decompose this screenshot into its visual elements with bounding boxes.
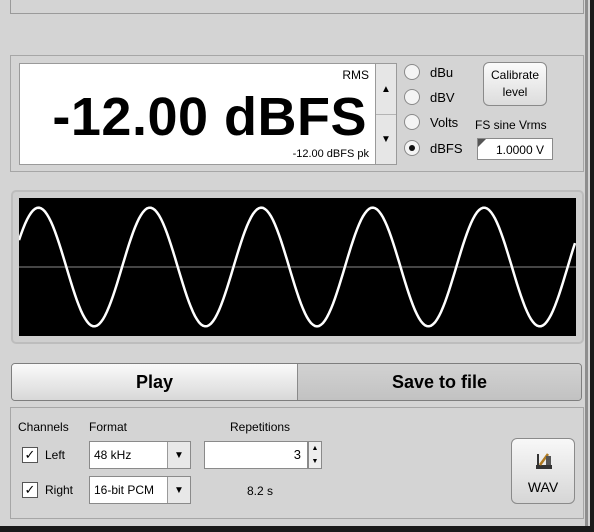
duration-value: 8.2 s xyxy=(247,484,274,498)
bit-depth-select[interactable]: 16-bit PCM ▼ xyxy=(89,476,191,504)
format-label: Format xyxy=(89,420,128,434)
fs-sine-input[interactable]: 1.0000 V xyxy=(477,138,553,160)
file-options-group: Channels Format Repetitions ✓ Left ✓ Rig… xyxy=(10,407,584,519)
fs-sine-label: FS sine Vrms xyxy=(475,118,547,132)
unit-label-dbu: dBu xyxy=(430,64,454,80)
fs-sine-value: 1.0000 V xyxy=(495,143,544,157)
peak-value: -12.00 dBFS pk xyxy=(292,148,369,160)
sample-rate-value: 48 kHz xyxy=(94,448,132,462)
radio-volts[interactable] xyxy=(404,114,420,130)
radio-dbfs[interactable] xyxy=(404,140,420,156)
unit-radio-dbfs[interactable]: dBFS xyxy=(404,140,463,156)
wav-button[interactable]: WAV xyxy=(511,438,575,504)
repetitions-down-icon[interactable]: ▼ xyxy=(309,455,321,468)
sample-rate-select[interactable]: 48 kHz ▼ xyxy=(89,441,191,469)
bit-depth-value: 16-bit PCM xyxy=(94,483,155,497)
unit-radio-dbv[interactable]: dBV xyxy=(404,89,455,105)
waveform-svg xyxy=(17,206,577,328)
chevron-down-icon[interactable]: ▼ xyxy=(167,442,190,468)
right-channel-checkbox[interactable]: ✓ xyxy=(22,482,38,498)
unit-radio-dbu[interactable]: dBu xyxy=(404,64,453,80)
wav-file-icon xyxy=(536,453,552,469)
waveform-display xyxy=(17,198,577,336)
upper-group-box xyxy=(10,0,584,14)
unit-radio-volts[interactable]: Volts xyxy=(404,114,458,130)
calibrate-level-button[interactable]: Calibrate level xyxy=(483,62,547,106)
repetitions-label: Repetitions xyxy=(230,420,291,434)
action-bar: Play Save to file xyxy=(11,363,582,401)
arrow-up-icon: ▲ xyxy=(381,83,391,95)
unit-label-volts: Volts xyxy=(430,114,459,130)
radio-dbv[interactable] xyxy=(404,89,420,105)
checkmark-icon: ✓ xyxy=(24,482,36,497)
wav-label: WAV xyxy=(527,479,559,495)
chevron-down-icon[interactable]: ▼ xyxy=(167,477,190,503)
level-spinner[interactable]: ▲ ▼ xyxy=(375,63,397,165)
level-up-button[interactable]: ▲ xyxy=(376,64,396,115)
arrow-down-icon: ▼ xyxy=(381,133,391,145)
right-channel-label: Right xyxy=(45,483,74,497)
corner-marker-icon xyxy=(478,139,486,147)
level-down-button[interactable]: ▼ xyxy=(376,114,396,164)
repetitions-spinner[interactable]: ▲ ▼ xyxy=(308,441,322,469)
repetitions-up-icon[interactable]: ▲ xyxy=(309,442,321,455)
level-group: RMS -12.00 dBFS -12.00 dBFS pk ▲ ▼ dBu d… xyxy=(10,55,584,172)
channels-label: Channels xyxy=(18,420,69,434)
left-channel-checkbox[interactable]: ✓ xyxy=(22,447,38,463)
repetitions-input[interactable]: 3 xyxy=(204,441,308,469)
unit-label-dbfs: dBFS xyxy=(430,140,463,156)
rms-label: RMS xyxy=(342,68,369,82)
checkmark-icon: ✓ xyxy=(24,447,36,462)
level-value[interactable]: -12.00 dBFS xyxy=(52,86,367,148)
level-display: RMS -12.00 dBFS -12.00 dBFS pk xyxy=(19,63,376,165)
window-edge xyxy=(585,0,588,526)
play-button[interactable]: Play xyxy=(12,364,298,400)
left-channel-label: Left xyxy=(45,448,66,462)
radio-dbu[interactable] xyxy=(404,64,420,80)
save-to-file-button[interactable]: Save to file xyxy=(298,364,581,400)
generator-panel: RMS -12.00 dBFS -12.00 dBFS pk ▲ ▼ dBu d… xyxy=(0,0,590,526)
unit-label-dbv: dBV xyxy=(430,89,455,105)
waveform-frame xyxy=(11,190,584,344)
